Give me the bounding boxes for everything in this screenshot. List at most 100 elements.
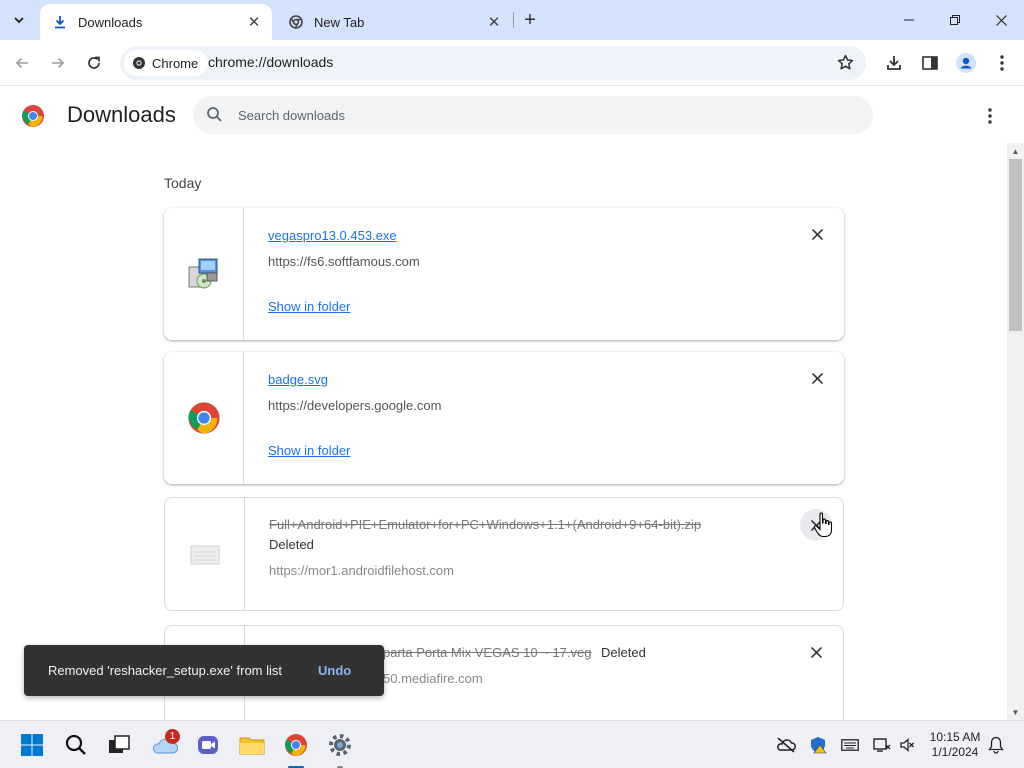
page-scrollbar[interactable]: ▲ ▼: [1007, 143, 1024, 720]
file-icon-column: [165, 498, 245, 610]
notification-bell-icon[interactable]: [986, 735, 1006, 755]
deleted-status: Deleted: [601, 645, 646, 660]
network-icon[interactable]: [872, 735, 892, 755]
search-downloads-box[interactable]: [193, 96, 873, 134]
toast-message: Removed 'reshacker_setup.exe' from list: [48, 663, 283, 678]
tab-separator: [513, 12, 514, 28]
download-source-url: https://developers.google.com: [268, 398, 442, 413]
taskbar-meet-app[interactable]: [192, 729, 224, 761]
tab-close-icon[interactable]: ✕: [244, 12, 264, 32]
chrome-icon: [288, 14, 304, 30]
scrollbar-thumb[interactable]: [1009, 159, 1022, 331]
deleted-filename: Full+Android+PIE+Emulator+for+PC+Windows…: [269, 517, 702, 532]
forward-arrow-icon: [52, 57, 65, 69]
downloads-more-actions-icon[interactable]: [978, 104, 1002, 128]
start-button[interactable]: [16, 729, 48, 761]
download-filename-link[interactable]: badge.svg: [268, 372, 328, 387]
notification-badge: 1: [165, 729, 180, 744]
back-button[interactable]: [8, 49, 36, 77]
url-text[interactable]: chrome://downloads: [208, 54, 333, 70]
task-view-icon: [109, 735, 130, 753]
remove-item-close-icon[interactable]: [806, 367, 828, 389]
zip-icon: [190, 545, 219, 565]
show-in-folder-link[interactable]: Show in folder: [268, 443, 350, 458]
file-icon-column: [164, 352, 244, 484]
browser-menu-icon[interactable]: [991, 52, 1013, 74]
tab-title: New Tab: [314, 14, 365, 30]
scroll-up-arrow-icon[interactable]: ▲: [1007, 143, 1024, 159]
download-source-url: https://fs6.softfamous.com: [268, 254, 420, 269]
search-input[interactable]: [238, 105, 838, 125]
search-icon: [206, 106, 223, 128]
file-icon-column: [164, 208, 244, 340]
deleted-filename: parta Porta Mix VEGAS 10 ~ 17.veg: [383, 645, 592, 660]
tab-new-tab[interactable]: New Tab ✕: [276, 4, 512, 40]
show-in-folder-link[interactable]: Show in folder: [268, 299, 350, 314]
chrome-icon: [285, 734, 307, 756]
video-chat-icon: [198, 736, 218, 754]
download-source-url: 50.mediafire.com: [383, 671, 483, 686]
search-icon: [65, 734, 86, 755]
volume-muted-icon[interactable]: [897, 735, 917, 755]
restore-button[interactable]: [932, 0, 978, 40]
download-item-deleted: Full+Android+PIE+Emulator+for+PC+Windows…: [164, 497, 844, 611]
download-item: vegaspro13.0.453.exe https://fs6.softfam…: [164, 208, 844, 340]
chrome-icon: [132, 56, 146, 70]
close-icon: [995, 14, 1007, 26]
remove-item-close-icon[interactable]: [806, 223, 828, 245]
folder-icon: [239, 737, 265, 755]
tab-search-button[interactable]: [6, 7, 32, 33]
chrome-icon: [187, 402, 220, 434]
taskbar-settings[interactable]: [324, 729, 356, 761]
security-warning-icon[interactable]: [808, 735, 828, 755]
profile-avatar-icon[interactable]: [955, 52, 977, 74]
minimize-icon: [904, 19, 914, 21]
windows-logo-icon: [21, 734, 43, 756]
forward-button[interactable]: [44, 49, 72, 77]
chrome-logo-icon: [22, 105, 44, 127]
download-filename-link[interactable]: vegaspro13.0.453.exe: [268, 228, 397, 243]
date-section-label: Today: [164, 175, 202, 191]
bookmark-star-icon[interactable]: [837, 54, 854, 76]
undo-button[interactable]: Undo: [318, 663, 351, 678]
tab-strip: Downloads ✕ New Tab ✕ +: [0, 0, 1024, 40]
tab-close-icon[interactable]: ✕: [484, 12, 504, 32]
side-panel-icon[interactable]: [919, 52, 941, 74]
minimize-button[interactable]: [886, 0, 932, 40]
download-item: badge.svg https://developers.google.com …: [164, 352, 844, 484]
browser-toolbar: Chrome chrome://downloads: [0, 40, 1024, 86]
clock-time: 10:15 AM: [929, 730, 981, 744]
new-tab-button[interactable]: +: [518, 8, 542, 32]
close-window-button[interactable]: [978, 0, 1024, 40]
task-view-button[interactable]: [103, 729, 135, 761]
taskbar-search-button[interactable]: [60, 729, 92, 761]
address-bar[interactable]: Chrome chrome://downloads: [120, 46, 866, 80]
chip-label: Chrome: [152, 55, 199, 71]
downloads-toolbar-icon[interactable]: [883, 52, 905, 74]
keyboard-icon[interactable]: [840, 735, 860, 755]
hand-cursor-icon: [813, 512, 833, 538]
removed-toast: Removed 'reshacker_setup.exe' from list …: [24, 645, 384, 696]
tab-title: Downloads: [78, 14, 143, 30]
reload-icon: [88, 56, 100, 69]
chevron-down-icon: [14, 17, 24, 24]
site-info-chip[interactable]: Chrome: [124, 50, 209, 76]
onedrive-offline-icon[interactable]: [776, 735, 796, 755]
page-title: Downloads: [67, 102, 176, 127]
scroll-down-arrow-icon[interactable]: ▼: [1007, 704, 1024, 720]
remove-item-close-icon[interactable]: [805, 641, 827, 663]
taskbar-file-explorer[interactable]: [236, 729, 268, 761]
taskbar-chrome[interactable]: [280, 729, 312, 761]
deleted-status: Deleted: [269, 537, 314, 552]
reload-button[interactable]: [80, 49, 108, 77]
back-arrow-icon: [15, 57, 28, 69]
gear-icon: [329, 734, 351, 756]
download-source-url: https://mor1.androidfilehost.com: [269, 563, 454, 578]
installer-icon: [188, 258, 217, 289]
windows-taskbar: 1 10:15 AM 1/1/2024: [0, 720, 1024, 768]
restore-icon: [950, 15, 960, 25]
clock-date: 1/1/2024: [931, 745, 979, 759]
download-icon: [52, 14, 68, 30]
tab-downloads[interactable]: Downloads ✕: [40, 4, 272, 40]
taskbar-clock[interactable]: 10:15 AM 1/1/2024: [925, 730, 985, 760]
